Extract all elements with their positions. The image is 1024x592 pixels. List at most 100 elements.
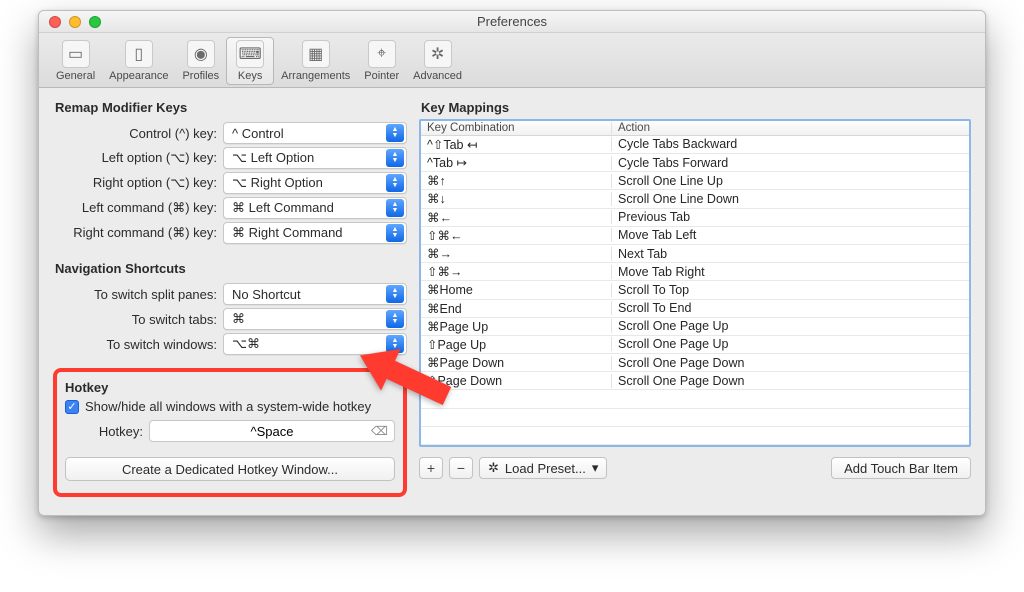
clear-icon[interactable]: ⌫ — [371, 424, 388, 438]
remap-row: Left command (⌘) key: ⌘ Left Command ▲▼ — [53, 197, 407, 219]
showhide-checkbox[interactable]: ✓ — [65, 400, 79, 414]
table-row[interactable]: ^Tab ↦ Cycle Tabs Forward — [421, 154, 969, 172]
remap-value: ⌥ Right Option — [232, 175, 323, 191]
table-row[interactable]: ⌘End Scroll To End — [421, 300, 969, 318]
nav-select[interactable]: No Shortcut ▲▼ — [223, 283, 407, 305]
tab-appearance[interactable]: ▯ Appearance — [102, 37, 175, 85]
cell-action: Scroll To End — [611, 301, 969, 315]
cell-action: Scroll One Page Down — [611, 356, 969, 370]
remap-label: Right command (⌘) key: — [53, 225, 223, 241]
tab-advanced[interactable]: ✲ Advanced — [406, 37, 469, 85]
window-controls — [49, 16, 101, 28]
right-column: Key Mappings Key Combination Action ^⇧Ta… — [419, 98, 971, 497]
table-row[interactable]: ⌘↑ Scroll One Line Up — [421, 172, 969, 190]
cell-action: Cycle Tabs Backward — [611, 137, 969, 151]
keymap-table[interactable]: Key Combination Action ^⇧Tab ↤ Cycle Tab… — [419, 119, 971, 447]
cell-action: Move Tab Right — [611, 265, 969, 279]
tab-profiles[interactable]: ◉ Profiles — [175, 37, 226, 85]
cell-combo: ⌘↑ — [421, 173, 611, 188]
tab-label: Keys — [238, 70, 262, 82]
titlebar[interactable]: Preferences — [39, 11, 985, 33]
table-row[interactable]: ⌘Page Up Scroll One Page Up — [421, 318, 969, 336]
tab-label: General — [56, 70, 95, 82]
remap-value: ⌥ Left Option — [232, 150, 314, 166]
cell-action: Scroll One Page Down — [611, 374, 969, 388]
keymap-header: Key Combination Action — [421, 121, 969, 136]
updown-icon: ▲▼ — [386, 149, 404, 167]
create-hotkey-window-button[interactable]: Create a Dedicated Hotkey Window... — [65, 457, 395, 481]
cell-combo: ⌘↓ — [421, 191, 611, 206]
close-icon[interactable] — [49, 16, 61, 28]
header-action[interactable]: Action — [611, 122, 969, 134]
zoom-icon[interactable] — [89, 16, 101, 28]
chevron-down-icon: ▾ — [592, 460, 599, 476]
remove-mapping-button[interactable]: − — [449, 457, 473, 479]
remap-value: ⌘ Left Command — [232, 200, 334, 216]
profiles-icon: ◉ — [187, 40, 215, 68]
table-row[interactable]: ⇧⌘← Move Tab Left — [421, 227, 969, 245]
nav-row: To switch tabs: ⌘ ▲▼ — [53, 308, 407, 330]
remap-select[interactable]: ⌘ Left Command ▲▼ — [223, 197, 407, 219]
updown-icon: ▲▼ — [386, 310, 404, 328]
load-preset-dropdown[interactable]: ✲ Load Preset... ▾ — [479, 457, 607, 479]
hotkey-field[interactable]: ^Space ⌫ — [149, 420, 395, 442]
tab-arrangements[interactable]: ▦ Arrangements — [274, 37, 357, 85]
remap-label: Control (^) key: — [53, 126, 223, 141]
add-mapping-button[interactable]: + — [419, 457, 443, 479]
cell-action: Previous Tab — [611, 210, 969, 224]
tab-keys[interactable]: ⌨︎ Keys — [226, 37, 274, 85]
cell-combo: ⇧⌘← — [421, 228, 611, 243]
updown-icon: ▲▼ — [386, 124, 404, 142]
remap-select[interactable]: ⌘ Right Command ▲▼ — [223, 222, 407, 244]
remap-title: Remap Modifier Keys — [55, 100, 407, 115]
tab-label: Advanced — [413, 70, 462, 82]
remap-row: Right command (⌘) key: ⌘ Right Command ▲… — [53, 222, 407, 244]
tab-label: Appearance — [109, 70, 168, 82]
remap-select[interactable]: ⌥ Left Option ▲▼ — [223, 147, 407, 169]
minimize-icon[interactable] — [69, 16, 81, 28]
nav-select[interactable]: ⌘ ▲▼ — [223, 308, 407, 330]
updown-icon: ▲▼ — [386, 199, 404, 217]
gear-icon: ✲ — [488, 460, 499, 476]
nav-row: To switch windows: ⌥⌘ ▲▼ — [53, 333, 407, 355]
window-title: Preferences — [39, 14, 985, 29]
hotkey-field-value: ^Space — [251, 424, 294, 439]
table-row[interactable]: ⌘↓ Scroll One Line Down — [421, 190, 969, 208]
add-touchbar-button[interactable]: Add Touch Bar Item — [831, 457, 971, 479]
nav-title: Navigation Shortcuts — [55, 261, 407, 276]
tab-label: Profiles — [182, 70, 219, 82]
table-row[interactable]: ⇧⌘→ Move Tab Right — [421, 263, 969, 281]
nav-value: ⌥⌘ — [232, 336, 260, 352]
nav-label: To switch windows: — [53, 337, 223, 352]
keys-icon: ⌨︎ — [236, 40, 264, 68]
table-row[interactable]: ⌘Page Down Scroll One Page Down — [421, 354, 969, 372]
tab-pointer[interactable]: ⌖ Pointer — [357, 37, 406, 85]
general-icon: ▭ — [62, 40, 90, 68]
arrangements-icon: ▦ — [302, 40, 330, 68]
table-row[interactable]: ^⇧Tab ↤ Cycle Tabs Backward — [421, 136, 969, 154]
cell-combo: ⌘Page Up — [421, 319, 611, 334]
tab-label: Pointer — [364, 70, 399, 82]
remap-select[interactable]: ⌥ Right Option ▲▼ — [223, 172, 407, 194]
table-row[interactable]: ⌘← Previous Tab — [421, 209, 969, 227]
table-row[interactable]: ⌘Home Scroll To Top — [421, 281, 969, 299]
hotkey-section: Hotkey ✓ Show/hide all windows with a sy… — [53, 368, 407, 497]
remap-select[interactable]: ^ Control ▲▼ — [223, 122, 407, 144]
cell-action: Cycle Tabs Forward — [611, 156, 969, 170]
remap-row: Right option (⌥) key: ⌥ Right Option ▲▼ — [53, 172, 407, 194]
cell-action: Scroll One Line Up — [611, 174, 969, 188]
keymap-title: Key Mappings — [421, 100, 971, 115]
table-row[interactable]: ⌘→ Next Tab — [421, 245, 969, 263]
cell-combo: ⌘← — [421, 210, 611, 225]
remap-row: Control (^) key: ^ Control ▲▼ — [53, 122, 407, 144]
cell-combo: ⇧⌘→ — [421, 264, 611, 279]
nav-value: No Shortcut — [232, 287, 301, 302]
tab-general[interactable]: ▭ General — [49, 37, 102, 85]
header-combo[interactable]: Key Combination — [421, 122, 611, 134]
table-row[interactable]: ⇧Page Down Scroll One Page Down — [421, 372, 969, 390]
prefs-toolbar: ▭ General▯ Appearance◉ Profiles⌨︎ Keys▦ … — [39, 33, 985, 88]
table-row[interactable]: ⇧Page Up Scroll One Page Up — [421, 336, 969, 354]
nav-label: To switch tabs: — [53, 312, 223, 327]
nav-label: To switch split panes: — [53, 287, 223, 302]
cell-combo: ⌘End — [421, 301, 611, 316]
